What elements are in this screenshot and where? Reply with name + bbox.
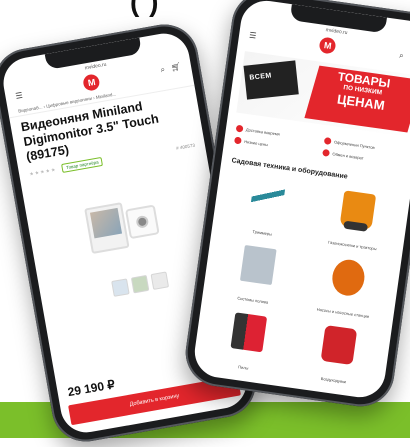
promo-label: Низкие цены [244, 138, 269, 148]
page-heading: ( ) [130, 0, 160, 17]
monitor-image [84, 202, 130, 255]
promo-label: Доставка вовремя [245, 127, 281, 137]
camera-image [124, 204, 160, 240]
menu-icon[interactable]: ☰ [249, 30, 257, 40]
category-label: Пилы [237, 364, 249, 371]
pump-image [329, 257, 367, 298]
category-label: Воздуходувки [320, 375, 347, 385]
category-card[interactable]: Системы полива [210, 237, 303, 310]
nav-actions: ⌕ 🛒︎ [160, 62, 182, 75]
category-grid: Триммеры Газонокосилки и тракторы Систем… [192, 167, 410, 394]
promo-icon [323, 137, 332, 145]
irrigation-image [239, 244, 277, 286]
promo-label: Обмен и возврат [332, 151, 364, 161]
category-card[interactable]: Газонокосилки и тракторы [310, 183, 403, 256]
category-card[interactable]: Триммеры [220, 170, 313, 243]
logo[interactable]: M [82, 73, 101, 92]
right-phone-screen: mvideo.ru ☰ M ⌕ 🛒︎ ВСЕМ ТОВАРЫ ПО НИЗКИМ… [191, 0, 410, 401]
thumbnail[interactable] [130, 274, 150, 294]
promo-icon [322, 148, 331, 157]
promo-label: Оформлении Пунктов [333, 139, 376, 151]
category-card[interactable]: Насосы и насосные станции [300, 250, 393, 323]
mower-image [339, 190, 376, 231]
menu-icon[interactable]: ☰ [15, 90, 24, 100]
logo[interactable]: M [318, 36, 337, 55]
gallery-thumbnails [111, 271, 170, 297]
monitor-screen [89, 207, 123, 239]
category-card[interactable]: Пилы [201, 305, 294, 378]
rating-stars[interactable]: ★★★★★ [29, 167, 57, 178]
cart-icon[interactable]: 🛒︎ [170, 62, 182, 74]
promo-icon [235, 124, 244, 133]
chainsaw-image [229, 312, 267, 353]
partner-badge: Товар партнёра [61, 156, 104, 173]
camera-lens [135, 214, 150, 229]
product-sku: # 400573 [175, 142, 196, 151]
category-card[interactable]: Воздуходувки [291, 317, 384, 390]
blower-image [320, 324, 357, 366]
nav-actions: ⌕ 🛒︎ [398, 51, 410, 64]
thumbnail[interactable] [111, 278, 130, 297]
search-icon[interactable]: ⌕ [160, 65, 166, 76]
search-icon[interactable]: ⌕ [398, 51, 405, 62]
trimmer-image [248, 177, 286, 218]
thumbnail[interactable] [150, 271, 170, 290]
promo-icon [233, 136, 242, 145]
right-phone: mvideo.ru ☰ M ⌕ 🛒︎ ВСЕМ ТОВАРЫ ПО НИЗКИМ… [181, 0, 410, 411]
